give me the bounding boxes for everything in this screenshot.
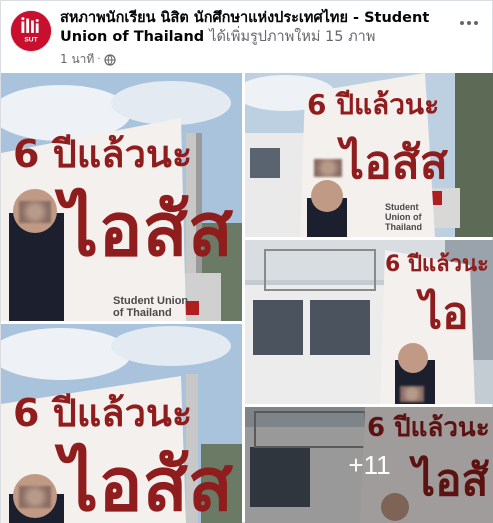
- sut-logo-icon: SUT: [11, 11, 51, 51]
- photo-1[interactable]: 6 ปีแล้วนะ ไอสัส Student Union of Thaila…: [1, 73, 242, 321]
- more-photos-overlay[interactable]: +11: [245, 407, 493, 523]
- more-photos-count: +11: [348, 450, 391, 480]
- more-options-button[interactable]: [456, 13, 482, 33]
- photo-grid: 6 ปีแล้วนะ ไอสัส Student Union of Thaila…: [1, 73, 493, 523]
- page-avatar[interactable]: SUT: [10, 10, 52, 52]
- post-header-text: สหภาพนักเรียน นิสิต นักศึกษาแห่งประเทศไท…: [60, 9, 445, 47]
- banner-line1: 6 ปีแล้วนะ: [385, 252, 489, 277]
- post-timestamp[interactable]: 1 นาที: [60, 50, 94, 69]
- banner-line2: ไอ: [420, 288, 469, 339]
- banner-line2: ไอสัส: [61, 187, 233, 273]
- meta-separator: ·: [97, 54, 101, 65]
- post-meta: 1 นาที ·: [60, 50, 116, 69]
- banner-logo: Student Union of Thailand: [385, 202, 423, 232]
- facebook-post-card: SUT สหภาพนักเรียน นิสิต นักศึกษาแห่งประเ…: [0, 0, 493, 523]
- photo-3[interactable]: 6 ปีแล้วนะ ไอ: [245, 240, 493, 404]
- banner-line2: ไอสัส: [341, 135, 448, 189]
- banner-line1: 6 ปีแล้วนะ: [13, 132, 193, 176]
- banner-line1: 6 ปีแล้วนะ: [307, 88, 440, 121]
- photo-2[interactable]: 6 ปีแล้วนะ ไอสัส Student Union of Thaila…: [245, 73, 493, 237]
- blurred-face: [19, 201, 51, 223]
- blurred-face: [314, 159, 342, 177]
- photo-4[interactable]: 6 ปีแล้วนะ ไอสัส: [1, 324, 242, 523]
- photo-5-more[interactable]: 6 ปีแล้วนะ ไอสั +11: [245, 407, 493, 523]
- globe-icon[interactable]: [103, 53, 116, 66]
- avatar-logo-text: SUT: [24, 36, 37, 43]
- more-options-icon: [460, 21, 464, 25]
- banner-line2: ไอสัส: [61, 442, 233, 523]
- banner-logo: Student Union of Thailand: [113, 295, 189, 319]
- blurred-face: [19, 486, 51, 508]
- banner-line1: 6 ปีแล้วนะ: [13, 391, 193, 435]
- blurred-face: [400, 386, 424, 402]
- post-action-text: ได้เพิ่มรูปภาพใหม่ 15 ภาพ: [209, 29, 376, 45]
